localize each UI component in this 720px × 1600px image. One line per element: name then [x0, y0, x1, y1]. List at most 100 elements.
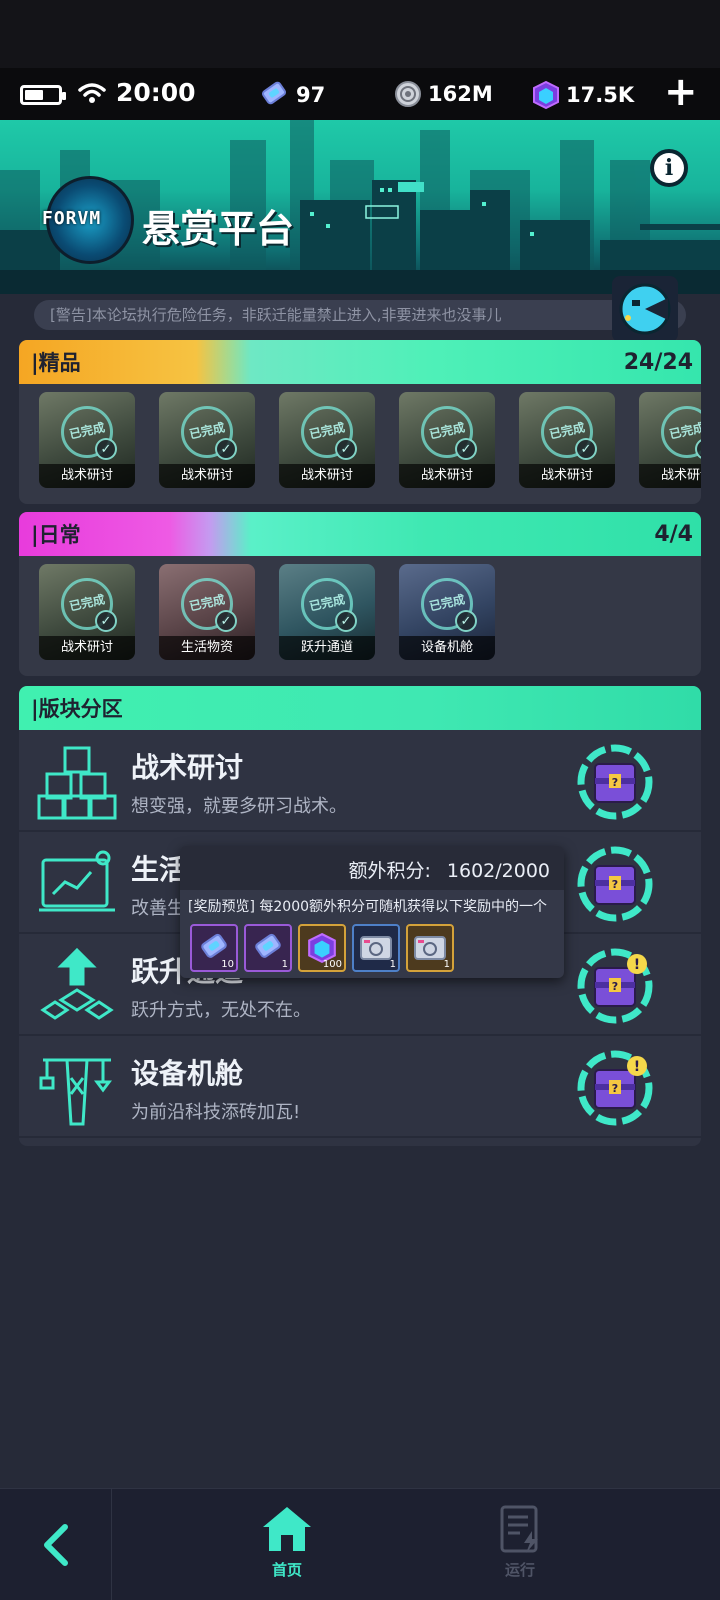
- premium-section: |精品 24/24 已完成 ✓ 战术研讨 已完成 ✓ 战术研讨 已完成 ✓ 战术…: [19, 340, 701, 504]
- status-bar: 20:00 97 162M 17.5K +: [0, 68, 720, 120]
- cube-resource[interactable]: 17.5K: [532, 80, 634, 110]
- task-card[interactable]: 已完成 ✓ 战术研讨: [39, 564, 135, 660]
- reward-qty: 100: [322, 959, 342, 970]
- extra-points-label: 额外积分:: [348, 860, 431, 882]
- camera-card-icon: [360, 936, 392, 960]
- reward-item[interactable]: 100: [298, 924, 346, 972]
- nav-run-label: 运行: [504, 1561, 535, 1579]
- board-row-equipment[interactable]: 设备机舱 为前沿科技添砖加瓦! ? !: [19, 1036, 701, 1138]
- forum-logo-text: FORVM: [42, 208, 102, 229]
- nav-run[interactable]: 运行: [480, 1505, 560, 1580]
- run-document-icon: [500, 1505, 538, 1553]
- reward-qty: 1: [281, 959, 288, 970]
- coin-count: 162M: [428, 82, 493, 106]
- reward-chest-icon[interactable]: ?: [575, 844, 655, 924]
- ticket-icon: [255, 933, 281, 958]
- reward-preview-description: [奖励预览] 每2000额外积分可随机获得以下奖励中的一个: [188, 899, 548, 915]
- crane-tower-icon: [39, 1058, 112, 1126]
- task-card[interactable]: 已完成 ✓ 生活物资: [159, 564, 255, 660]
- cube-count: 17.5K: [566, 83, 635, 107]
- reward-chest-alert-icon[interactable]: ? !: [575, 946, 655, 1026]
- clock: 20:00: [116, 78, 196, 107]
- check-icon: ✓: [215, 610, 237, 632]
- coin-icon: [395, 81, 421, 107]
- back-button[interactable]: [0, 1489, 112, 1600]
- reward-preview-tooltip: 额外积分: 1602/2000 [奖励预览] 每2000额外积分可随机获得以下奖…: [180, 846, 564, 978]
- reward-list: 10 1 100 1 1: [180, 916, 564, 972]
- card-label: 战术研讨: [159, 464, 255, 488]
- extra-points-value: 1602/2000: [446, 860, 550, 882]
- board-row-subtitle: 想变强，就要多研习战术。: [131, 796, 347, 817]
- premium-count: 24/24: [623, 349, 693, 375]
- nav-home[interactable]: 首页: [247, 1505, 327, 1580]
- premium-card-list[interactable]: 已完成 ✓ 战术研讨 已完成 ✓ 战术研讨 已完成 ✓ 战术研讨 已完成 ✓ 战…: [19, 384, 701, 504]
- board-row-title: 战术研讨: [131, 751, 244, 784]
- card-label: 战术研讨: [519, 464, 615, 488]
- reward-chest-icon[interactable]: ?: [575, 742, 655, 822]
- reward-qty: 10: [221, 959, 234, 970]
- wifi-icon: [78, 83, 106, 103]
- extra-points-header: 额外积分: 1602/2000: [180, 846, 564, 890]
- coin-resource[interactable]: 162M: [394, 80, 493, 108]
- task-card[interactable]: 已完成 ✓ 战术研讨: [519, 392, 615, 488]
- add-resource-button[interactable]: +: [664, 72, 698, 112]
- board-row-title: 设备机舱: [131, 1057, 244, 1090]
- ticket-resource[interactable]: 97: [258, 80, 325, 110]
- check-icon: ✓: [335, 438, 357, 460]
- nav-home-label: 首页: [271, 1561, 302, 1579]
- reward-qty: 1: [389, 959, 396, 970]
- card-label: 战术研讨: [39, 464, 135, 488]
- pacman-bot-icon: [619, 283, 671, 335]
- camera-card-icon: [414, 936, 446, 960]
- board-header: |版块分区: [19, 686, 701, 730]
- svg-text:?: ?: [612, 980, 618, 993]
- reward-qty: 1: [443, 959, 450, 970]
- card-label: 生活物资: [159, 636, 255, 660]
- reward-item[interactable]: 10: [190, 924, 238, 972]
- page-title: 悬赏平台: [142, 207, 295, 251]
- reward-item[interactable]: 1: [244, 924, 292, 972]
- reward-chest-alert-icon[interactable]: ? !: [575, 1048, 655, 1128]
- ticket-count: 97: [296, 83, 326, 107]
- svg-text:!: !: [634, 1059, 640, 1075]
- svg-text:?: ?: [612, 776, 618, 789]
- card-label: 战术研讨: [639, 464, 701, 488]
- bottom-nav: 首页 运行: [0, 1488, 720, 1600]
- daily-title: |日常: [31, 523, 81, 547]
- upgrade-arrow-icon: [40, 947, 114, 1020]
- svg-text:?: ?: [612, 1082, 618, 1095]
- board-row-tactics[interactable]: 战术研讨 想变强，就要多研习战术。 ?: [19, 730, 701, 832]
- check-icon: ✓: [455, 610, 477, 632]
- card-label: 跃升通道: [279, 636, 375, 660]
- ticket-icon: [261, 81, 287, 105]
- check-icon: ✓: [575, 438, 597, 460]
- task-card[interactable]: 已完成 ✓ 战术研讨: [159, 392, 255, 488]
- check-icon: ✓: [455, 438, 477, 460]
- card-label: 战术研讨: [399, 464, 495, 488]
- card-label: 战术研讨: [39, 636, 135, 660]
- task-card[interactable]: 已完成 ✓ 战术研讨: [279, 392, 375, 488]
- task-card[interactable]: 已完成 ✓ 战术研讨: [639, 392, 701, 488]
- home-icon: [263, 1507, 311, 1551]
- task-card[interactable]: 已完成 ✓ 战术研讨: [39, 392, 135, 488]
- reward-item[interactable]: 1: [406, 924, 454, 972]
- battery-icon: [20, 85, 66, 105]
- info-button[interactable]: i: [650, 149, 688, 187]
- notice-marquee: [警告]本论坛执行危险任务，非跃迁能量禁止进入,非要进来也没事儿: [34, 300, 686, 330]
- task-card[interactable]: 已完成 ✓ 战术研讨: [399, 392, 495, 488]
- reward-item[interactable]: 1: [352, 924, 400, 972]
- task-card[interactable]: 已完成 ✓ 跃升通道: [279, 564, 375, 660]
- daily-count: 4/4: [654, 521, 693, 547]
- cube-icon: [533, 80, 559, 110]
- card-label: 设备机舱: [399, 636, 495, 660]
- back-arrow-icon: [43, 1524, 68, 1566]
- daily-header: |日常 4/4: [19, 512, 701, 556]
- svg-text:!: !: [634, 957, 640, 973]
- premium-title: |精品: [31, 351, 81, 375]
- chat-bot-button[interactable]: [612, 276, 678, 342]
- daily-section: |日常 4/4 已完成 ✓ 战术研讨 已完成 ✓ 生活物资 已完成 ✓ 跃升通道…: [19, 512, 701, 676]
- task-card[interactable]: 已完成 ✓ 设备机舱: [399, 564, 495, 660]
- daily-card-list[interactable]: 已完成 ✓ 战术研讨 已完成 ✓ 生活物资 已完成 ✓ 跃升通道 已完成 ✓ 设…: [19, 556, 701, 676]
- svg-text:?: ?: [612, 878, 618, 891]
- check-icon: ✓: [95, 438, 117, 460]
